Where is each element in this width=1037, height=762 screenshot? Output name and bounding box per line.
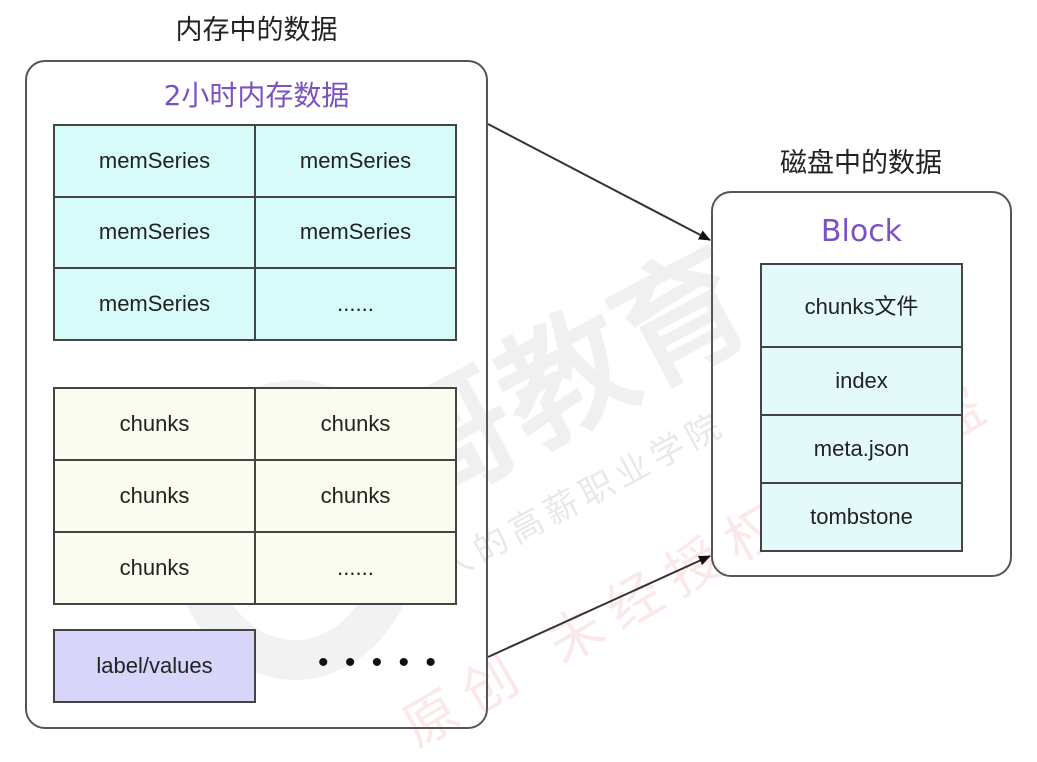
connector-arrows bbox=[487, 123, 711, 658]
arrow-memory-to-disk-top bbox=[487, 123, 711, 241]
arrow-memory-to-disk-bottom bbox=[487, 555, 711, 658]
